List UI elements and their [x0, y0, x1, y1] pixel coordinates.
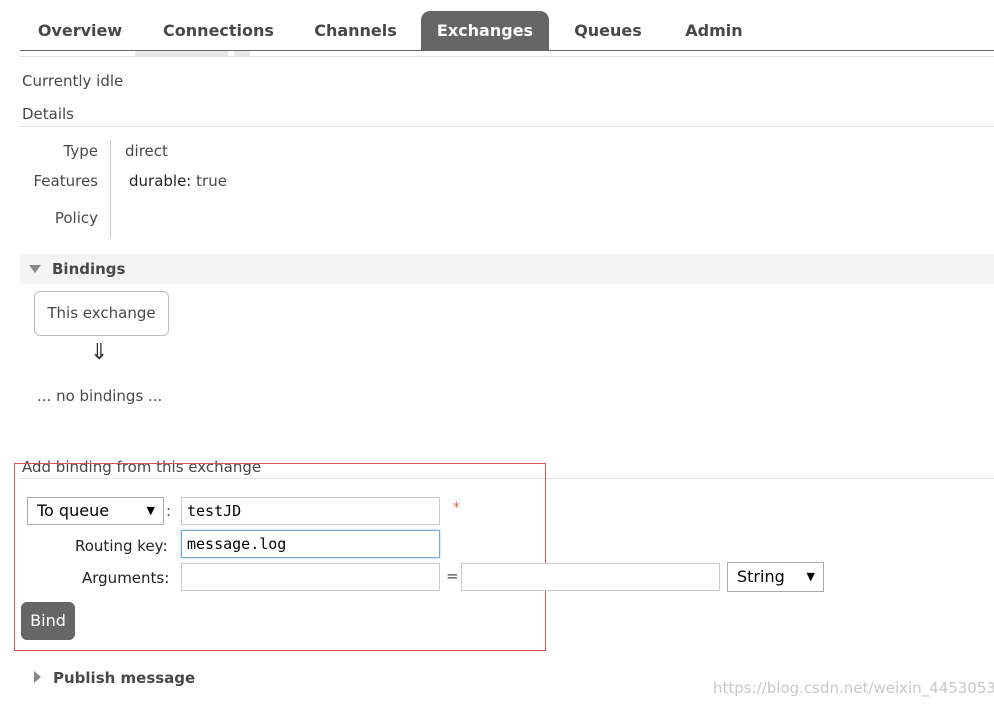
policy-label: Policy [54, 209, 98, 227]
tab-overview[interactable]: Overview [20, 11, 140, 50]
no-bindings-text: ... no bindings ... [37, 387, 163, 405]
colon: : [166, 502, 172, 520]
argument-value-input[interactable] [461, 563, 720, 591]
tab-admin[interactable]: Admin [668, 11, 760, 50]
destination-type-select[interactable]: To queue ▼ [27, 497, 164, 525]
arguments-label: Arguments: [82, 569, 170, 587]
down-arrow-icon: ⇓ [90, 340, 109, 365]
argument-type-value: String [737, 567, 785, 586]
routing-key-input[interactable]: message.log [181, 530, 440, 558]
type-value: direct [125, 142, 168, 160]
this-exchange-box: This exchange [34, 291, 169, 336]
divider [20, 56, 994, 57]
dropdown-caret-icon: ▼ [146, 504, 155, 517]
tab-channels[interactable]: Channels [297, 11, 414, 50]
argument-key-input[interactable] [181, 563, 440, 591]
features-key: durable: [129, 172, 192, 190]
watermark: https://blog.csdn.net/weixin_44530530 [713, 679, 994, 697]
details-separator [110, 140, 111, 238]
type-label: Type [63, 142, 98, 160]
tab-exchanges[interactable]: Exchanges [421, 11, 549, 50]
collapse-triangle-icon[interactable] [29, 265, 41, 273]
details-divider [20, 126, 994, 127]
bind-button[interactable]: Bind [21, 602, 75, 640]
features-value: durable: true [129, 172, 227, 190]
publish-message-title[interactable]: Publish message [53, 669, 195, 687]
equals-sign: = [446, 567, 459, 585]
tab-connections[interactable]: Connections [150, 11, 287, 50]
argument-type-select[interactable]: String ▼ [727, 562, 824, 592]
nav-tabs: Overview Connections Channels Exchanges … [0, 0, 994, 52]
status-text: Currently idle [22, 72, 124, 90]
tab-queues[interactable]: Queues [558, 11, 658, 50]
bindings-title: Bindings [52, 260, 126, 278]
expand-triangle-icon[interactable] [34, 671, 41, 683]
routing-key-label: Routing key: [75, 537, 168, 555]
details-heading: Details [22, 105, 75, 123]
features-val: true [196, 172, 227, 190]
dropdown-caret-icon: ▼ [806, 570, 815, 583]
destination-type-value: To queue [37, 501, 110, 520]
required-mark: * [453, 500, 460, 516]
bindings-section-header[interactable]: Bindings [20, 254, 994, 284]
features-label: Features [33, 172, 99, 190]
destination-input[interactable]: testJD [181, 497, 440, 525]
